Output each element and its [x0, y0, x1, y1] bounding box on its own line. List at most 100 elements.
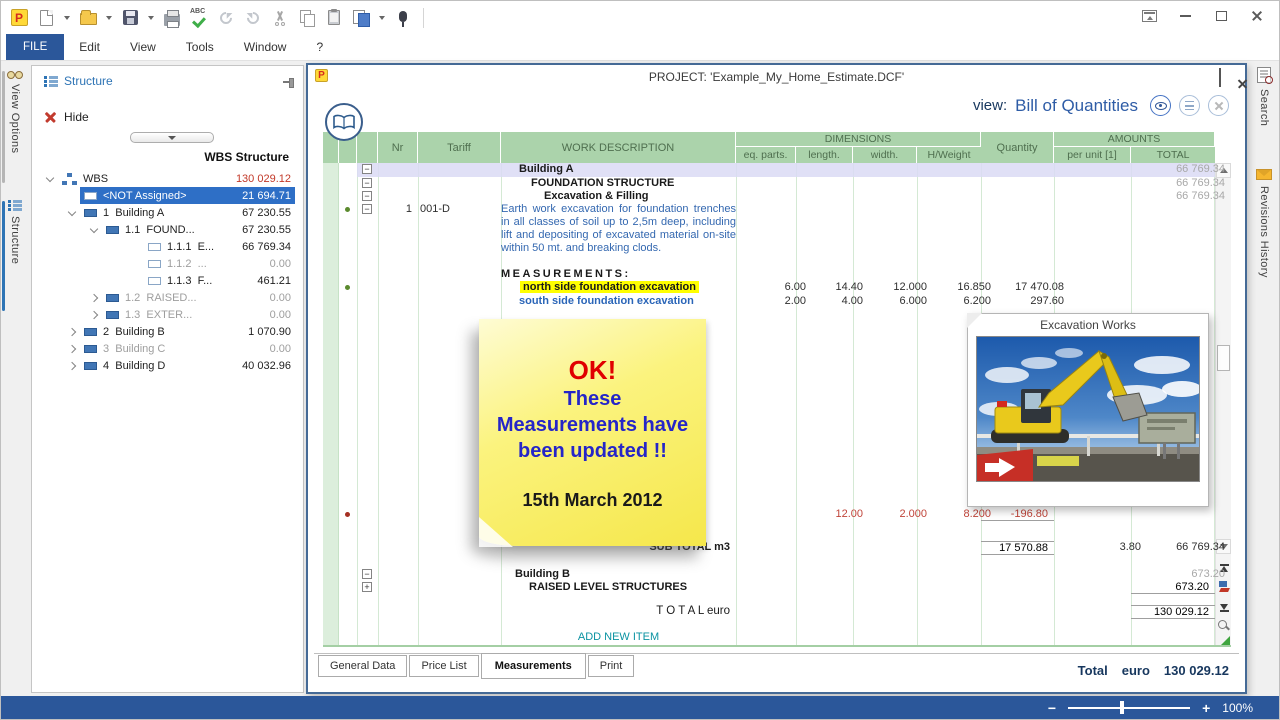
tab-measurements[interactable]: Measurements	[480, 653, 586, 679]
right-tab-search[interactable]: Search	[1249, 67, 1279, 175]
header-work-description[interactable]: WORK DESCRIPTION	[501, 132, 736, 163]
project-window-titlebar[interactable]: PROJECT: 'Example_My_Home_Estimate.DCF'	[308, 65, 1245, 91]
table-row-subtotal[interactable]: SUB TOTAL m3 17 570.88 3.80 66 769.34	[323, 541, 1231, 558]
header-total[interactable]: TOTAL	[1131, 147, 1215, 163]
header-tariff[interactable]: Tariff	[418, 132, 501, 163]
collapse-icon[interactable]	[362, 204, 372, 214]
tree-item-building-b[interactable]: 2 Building B 1 070.90	[32, 323, 303, 340]
pin-icon[interactable]	[283, 78, 294, 88]
sidebar-tab-view-options[interactable]: View Options	[1, 67, 29, 187]
export-pages-icon[interactable]	[349, 6, 373, 30]
view-report-icon[interactable]	[1179, 95, 1200, 116]
view-value[interactable]: Bill of Quantities	[1015, 96, 1138, 116]
copy-icon[interactable]	[295, 6, 319, 30]
excavation-image-card[interactable]: Excavation Works	[967, 313, 1209, 507]
chevron-down-icon[interactable]	[66, 207, 78, 216]
tab-general-data[interactable]: General Data	[318, 655, 408, 677]
spell-check-icon[interactable]	[187, 6, 211, 30]
goto-flag-icon[interactable]	[1217, 579, 1231, 593]
header-h-weight[interactable]: H/Weight	[917, 147, 981, 163]
open-book-icon[interactable]	[325, 103, 363, 141]
new-file-icon[interactable]	[34, 6, 58, 30]
chevron-right-icon[interactable]	[88, 293, 100, 302]
window-maximize-icon[interactable]	[1219, 68, 1221, 87]
zoom-in-button[interactable]: +	[1202, 700, 1210, 716]
header-dimensions[interactable]: DIMENSIONS	[736, 132, 980, 147]
tree-item-exter[interactable]: 1.3 EXTER... 0.00	[32, 306, 303, 323]
view-eye-icon[interactable]	[1150, 95, 1171, 116]
collapse-icon[interactable]	[362, 191, 372, 201]
jump-last-icon[interactable]	[1217, 601, 1231, 615]
tree-item-112[interactable]: 1.1.2 ... 0.00	[32, 255, 303, 272]
menu-file[interactable]: FILE	[6, 34, 65, 60]
tab-price-list[interactable]: Price List	[409, 655, 479, 677]
chevron-right-icon[interactable]	[66, 327, 78, 336]
menu-edit[interactable]: Edit	[64, 34, 115, 60]
tree-item-building-d[interactable]: 4 Building D 40 032.96	[32, 357, 303, 374]
new-file-dropdown-icon[interactable]	[64, 15, 70, 20]
undo-icon[interactable]	[214, 6, 238, 30]
tab-print[interactable]: Print	[587, 655, 635, 677]
view-tools-icon[interactable]	[1208, 95, 1229, 116]
table-row-north-side[interactable]: north side foundation excavation 6.00 14…	[323, 281, 1231, 295]
expand-icon[interactable]	[362, 582, 372, 592]
table-row-building-b[interactable]: Building B 673.20	[323, 568, 1231, 581]
menu-help[interactable]: ?	[301, 34, 338, 60]
tree-item-raised[interactable]: 1.2 RAISED... 0.00	[32, 289, 303, 306]
header-per-unit[interactable]: per unit [1]	[1054, 147, 1131, 163]
table-row-excavation-filling[interactable]: Excavation & Filling 66 769.34	[323, 190, 1231, 203]
menu-window[interactable]: Window	[229, 34, 302, 60]
tree-item-building-c[interactable]: 3 Building C 0.00	[32, 340, 303, 357]
table-row-negative-measure[interactable]: 12.00 2.000 8.200 -196.80	[323, 508, 1231, 523]
header-length[interactable]: length.	[796, 147, 853, 163]
header-quantity[interactable]: Quantity	[981, 132, 1054, 163]
hide-button[interactable]: Hide	[44, 110, 89, 124]
chevron-right-icon[interactable]	[88, 310, 100, 319]
tree-item-111[interactable]: 1.1.1 E... 66 769.34	[32, 238, 303, 255]
tree-item-113[interactable]: 1.1.3 F... 461.21	[32, 272, 303, 289]
collapse-ribbon-icon[interactable]	[1135, 5, 1163, 27]
table-row-raised-level[interactable]: RAISED LEVEL STRUCTURES 673.20	[323, 581, 1231, 594]
close-button[interactable]	[1243, 5, 1271, 27]
collapse-handle[interactable]	[130, 132, 214, 143]
header-amounts[interactable]: AMOUNTS	[1054, 132, 1214, 147]
table-row-south-side[interactable]: south side foundation excavation 2.00 4.…	[323, 295, 1231, 309]
chevron-right-icon[interactable]	[66, 344, 78, 353]
paste-icon[interactable]	[322, 6, 346, 30]
table-row-building-a[interactable]: Building A 66 769.34	[323, 163, 1231, 177]
menu-tools[interactable]: Tools	[171, 34, 229, 60]
zoom-out-button[interactable]: −	[1048, 700, 1056, 716]
table-row-grand-total[interactable]: T O T A L euro 130 029.12	[323, 605, 1231, 623]
chevron-right-icon[interactable]	[66, 361, 78, 370]
scrollbar-thumb[interactable]	[1217, 345, 1230, 371]
tree-item-not-assigned[interactable]: <NOT Assigned> 21 694.71	[32, 187, 303, 204]
zoom-slider[interactable]	[1068, 701, 1191, 714]
chevron-down-icon[interactable]	[44, 173, 56, 182]
export-dropdown-icon[interactable]	[379, 15, 385, 20]
maximize-button[interactable]	[1207, 5, 1235, 27]
table-row-item-1[interactable]: 1 001-D Earth work excavation for founda…	[323, 203, 1231, 268]
sticky-note[interactable]: OK! These Measurements have been updated…	[479, 319, 706, 547]
resize-grip-icon[interactable]	[1221, 636, 1230, 645]
menu-view[interactable]: View	[115, 34, 171, 60]
print-icon[interactable]	[160, 6, 184, 30]
table-row-foundation-structure[interactable]: FOUNDATION STRUCTURE 66 769.34	[323, 177, 1231, 190]
collapse-icon[interactable]	[362, 569, 372, 579]
record-icon[interactable]	[391, 6, 415, 30]
header-eq-parts[interactable]: eq. parts.	[736, 147, 796, 163]
zoom-slider-handle[interactable]	[1120, 701, 1124, 714]
redo-icon[interactable]	[241, 6, 265, 30]
header-nr[interactable]: Nr	[378, 132, 418, 163]
open-folder-icon[interactable]	[76, 6, 100, 30]
collapse-icon[interactable]	[362, 164, 372, 174]
minimize-button[interactable]	[1171, 5, 1199, 27]
right-tab-revisions-history[interactable]: Revisions History	[1249, 169, 1279, 339]
chevron-down-icon[interactable]	[88, 224, 100, 233]
tree-item-building-a[interactable]: 1 Building A 67 230.55	[32, 204, 303, 221]
save-dropdown-icon[interactable]	[148, 15, 154, 20]
sidebar-tab-structure[interactable]: Structure	[1, 197, 29, 315]
table-row-measurements-label[interactable]: MEASUREMENTS:	[323, 268, 1231, 281]
tree-item-foundation[interactable]: 1.1 FOUND... 67 230.55	[32, 221, 303, 238]
zoom-search-icon[interactable]	[1217, 619, 1231, 633]
open-dropdown-icon[interactable]	[106, 15, 112, 20]
